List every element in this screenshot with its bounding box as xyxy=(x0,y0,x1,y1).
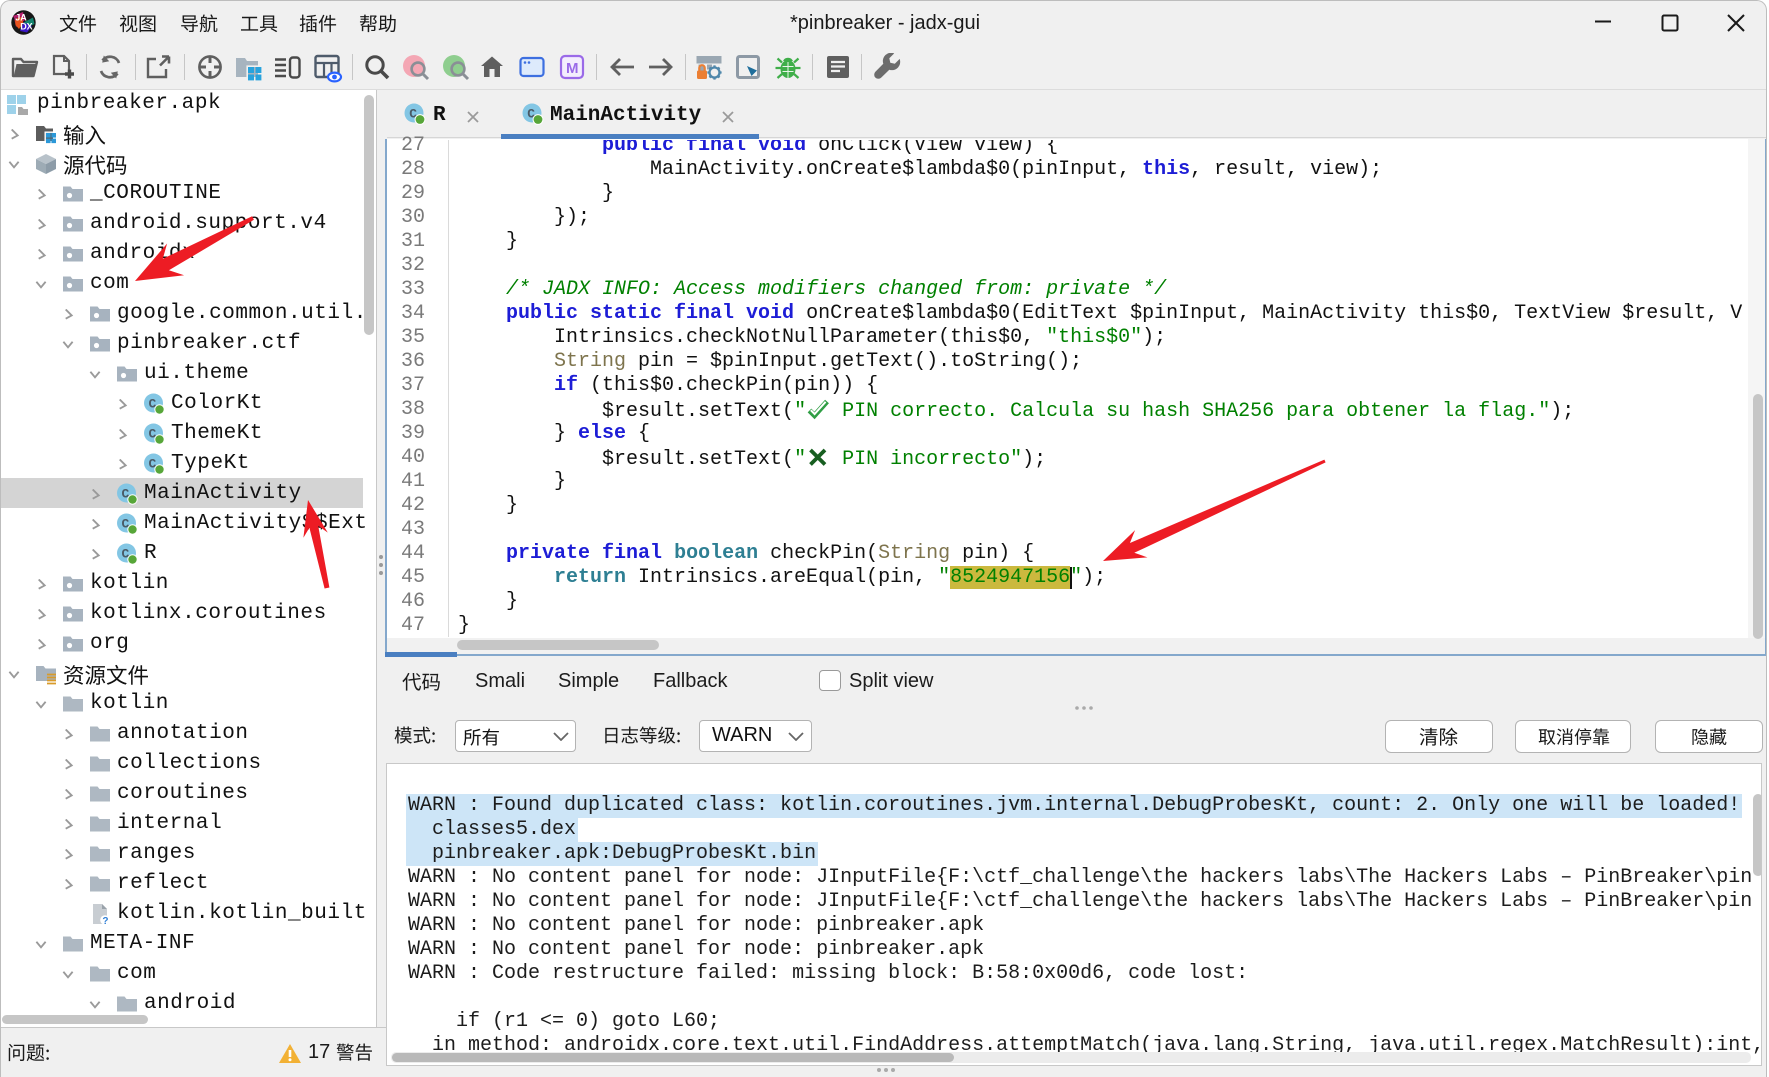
svg-text:M: M xyxy=(566,60,579,77)
svg-text:?: ? xyxy=(102,916,108,925)
svg-text:DX: DX xyxy=(20,22,33,32)
